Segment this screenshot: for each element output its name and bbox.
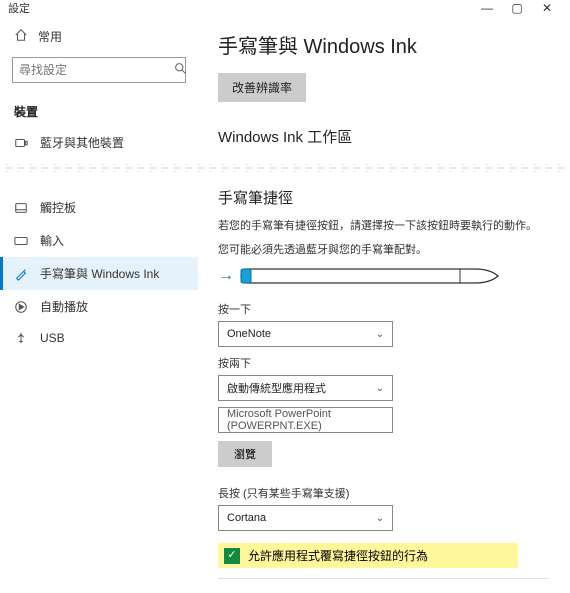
workspace-heading: Windows Ink 工作區	[218, 126, 550, 147]
autoplay-icon	[14, 300, 28, 314]
click-once-select[interactable]: OneNote ⌄	[218, 321, 393, 347]
keyboard-icon	[14, 234, 28, 248]
home-label: 常用	[38, 28, 62, 45]
window-title: 設定	[8, 0, 30, 16]
click-once-value: OneNote	[227, 328, 271, 340]
long-press-label: 長按 (只有某些手寫筆支援)	[218, 485, 550, 501]
sidebar-item-label: 輸入	[40, 232, 64, 249]
home-link[interactable]: 常用	[0, 22, 198, 51]
sidebar-item-label: 手寫筆與 Windows Ink	[40, 265, 159, 282]
arrow-right-icon: →	[218, 267, 234, 285]
search-icon	[174, 62, 187, 78]
improve-recognition-button[interactable]: 改善辨識率	[218, 73, 306, 102]
sidebar-item-label: 自動播放	[40, 298, 88, 315]
sidebar-item-label: USB	[40, 331, 65, 345]
search-input[interactable]	[19, 63, 174, 77]
pen-icon	[14, 267, 28, 281]
divider	[218, 578, 548, 579]
click-twice-select[interactable]: 啟動傳統型應用程式 ⌄	[218, 375, 393, 401]
maximize-button[interactable]: ▢	[502, 1, 532, 15]
click-twice-value: 啟動傳統型應用程式	[227, 380, 326, 396]
allow-override-row[interactable]: ✓ 允許應用程式覆寫捷徑按鈕的行為	[218, 543, 518, 568]
allow-override-label: 允許應用程式覆寫捷徑按鈕的行為	[248, 547, 428, 564]
chevron-down-icon: ⌄	[376, 329, 384, 340]
long-press-select[interactable]: Cortana ⌄	[218, 505, 393, 531]
page-title: 手寫筆與 Windows Ink	[218, 30, 550, 59]
shortcut-hint-2: 您可能必須先透過藍牙與您的手寫筆配對。	[218, 242, 550, 260]
home-icon	[14, 28, 28, 45]
sidebar-section-label: 裝置	[0, 93, 198, 126]
close-button[interactable]: ✕	[532, 1, 562, 15]
shortcut-heading: 手寫筆捷徑	[218, 187, 550, 208]
sidebar-item-touchpad[interactable]: 觸控板	[0, 191, 198, 224]
bluetooth-icon	[14, 136, 28, 150]
sidebar-item-autoplay[interactable]: 自動播放	[0, 290, 198, 323]
sidebar-item-usb[interactable]: USB	[0, 323, 198, 353]
long-press-value: Cortana	[227, 512, 266, 524]
sidebar-item-label: 藍牙與其他裝置	[40, 134, 124, 151]
chevron-down-icon: ⌄	[376, 383, 384, 394]
titlebar: 設定 — ▢ ✕	[0, 0, 570, 16]
sidebar: 常用 裝置 藍牙與其他裝置 觸控板	[0, 16, 198, 593]
checkbox-checked-icon[interactable]: ✓	[224, 548, 240, 564]
pen-illustration: →	[218, 265, 550, 287]
click-twice-label: 按兩下	[218, 355, 550, 371]
sidebar-item-pen[interactable]: 手寫筆與 Windows Ink	[0, 257, 198, 290]
click-twice-app-path[interactable]: Microsoft PowerPoint (POWERPNT.EXE)	[218, 407, 393, 433]
sidebar-item-label: 觸控板	[40, 199, 76, 216]
click-once-label: 按一下	[218, 301, 550, 317]
usb-icon	[14, 331, 28, 345]
pen-graphic	[240, 265, 500, 287]
content-area: 手寫筆與 Windows Ink 改善辨識率 Windows Ink 工作區 手…	[198, 16, 570, 593]
minimize-button[interactable]: —	[472, 1, 502, 15]
touchpad-icon	[14, 201, 28, 215]
sidebar-item-bluetooth[interactable]: 藍牙與其他裝置	[0, 126, 198, 159]
sidebar-item-typing[interactable]: 輸入	[0, 224, 198, 257]
shortcut-hint-1: 若您的手寫筆有捷徑按鈕，請選擇按一下該按鈕時要執行的動作。	[218, 218, 550, 236]
chevron-down-icon: ⌄	[376, 513, 384, 524]
search-input-wrap[interactable]	[12, 57, 186, 83]
browse-button[interactable]: 瀏覽	[218, 441, 272, 467]
